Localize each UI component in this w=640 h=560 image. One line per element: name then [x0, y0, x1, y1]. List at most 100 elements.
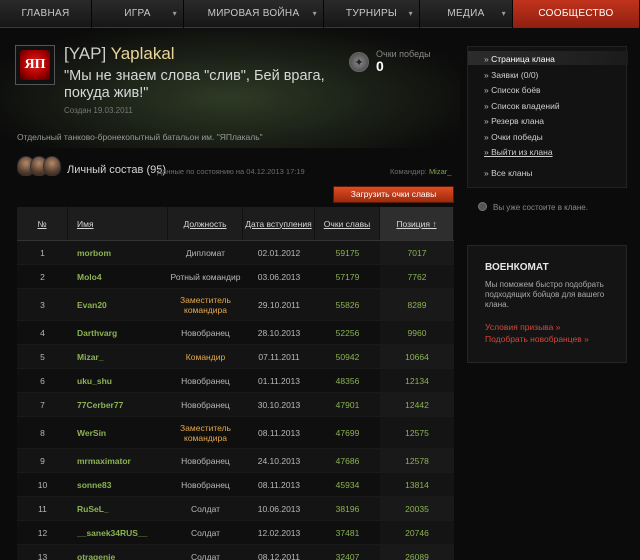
victory-points-icon: ✦ — [349, 52, 369, 72]
load-glory-points-button[interactable]: Загрузить очки славы — [333, 186, 454, 203]
cell-role: Дипломат — [185, 247, 226, 258]
cell-num: 3 — [40, 299, 45, 310]
cell-joined: 08.12.2011 — [258, 551, 300, 560]
cell-name[interactable]: RuSeL_ — [68, 497, 168, 520]
cell-name[interactable]: morbom — [68, 241, 168, 264]
table-row: 2 Molo4 Ротный командир 03.06.2013 57179 7762 — [17, 265, 454, 289]
cell-name[interactable]: Darthvarg — [68, 321, 168, 344]
cell-joined: 24.10.2013 — [257, 455, 301, 466]
cell-position: 12134 — [380, 369, 454, 392]
cell-joined: 02.01.2012 — [257, 247, 301, 258]
cell-glory: 37481 — [335, 527, 360, 538]
cell-joined: 30.10.2013 — [257, 399, 301, 410]
column-header-name[interactable]: Имя — [68, 207, 168, 240]
nav-item-tournaments[interactable]: ТУРНИРЫ ▾ — [324, 0, 420, 28]
sidebar-item-all-clans[interactable]: Все кланы — [484, 168, 532, 178]
nav-label: ИГРА — [124, 8, 151, 19]
cell-glory: 32407 — [335, 551, 360, 560]
cell-glory: 47699 — [335, 427, 360, 438]
cell-glory: 47686 — [335, 455, 360, 466]
sidebar-item-reserve[interactable]: Резерв клана — [484, 116, 544, 126]
cell-num: 2 — [40, 271, 45, 282]
table-row: 13 otragenie Солдат 08.12.2011 32407 26089 — [17, 545, 454, 560]
cell-glory: 48356 — [335, 375, 360, 386]
cell-role: Новобранец — [181, 375, 230, 386]
table-row: 11 RuSeL_ Солдат 10.06.2013 38196 20035 — [17, 497, 454, 521]
cell-name[interactable]: mrmaximator — [68, 449, 168, 472]
cell-position: 8289 — [380, 289, 454, 320]
cell-name[interactable]: uku_shu — [68, 369, 168, 392]
cell-glory: 55826 — [335, 299, 360, 310]
column-header-role[interactable]: Должность — [168, 207, 243, 240]
cell-position: 20035 — [380, 497, 454, 520]
column-header-glory[interactable]: Очки славы — [315, 207, 380, 240]
recruitment-text: Мы поможем быстро подобрать подходящих б… — [485, 280, 605, 309]
cell-name[interactable]: __sanek34RUS__ — [68, 521, 168, 544]
clan-title: [YAP] Yaplakal — [64, 44, 175, 64]
cell-position: 9960 — [380, 321, 454, 344]
cell-name[interactable]: otragenie — [68, 545, 168, 560]
cell-role: Солдат — [190, 503, 221, 514]
cell-role: Солдат — [190, 551, 221, 560]
recruitment-conditions-link[interactable]: Условия призыва » — [485, 322, 560, 332]
cell-num: 12 — [37, 527, 48, 538]
clan-motto: "Мы не знаем слова "слив", Бей врага, по… — [64, 68, 325, 101]
cell-name[interactable]: Evan20 — [68, 289, 168, 320]
sidebar-item-victory-points[interactable]: Очки победы — [484, 132, 543, 142]
nav-label: МЕДИА — [447, 8, 485, 19]
commander-label: Командир: — [390, 167, 427, 176]
cell-role: Новобранец — [181, 327, 230, 338]
table-row: 8 WerSin Заместитель командира 08.11.2013 47… — [17, 417, 454, 449]
chevron-down-icon: ▾ — [312, 9, 317, 18]
cell-num: 11 — [38, 503, 47, 514]
nav-item-world-war[interactable]: МИРОВАЯ ВОЙНА ▾ — [184, 0, 324, 28]
sidebar-item-applications[interactable]: Заявки (0/0) — [484, 70, 538, 80]
column-header-joined[interactable]: Дата вступления — [243, 207, 315, 240]
clan-tag: [YAP] — [64, 44, 107, 63]
nav-item-main[interactable]: ГЛАВНАЯ — [0, 0, 92, 28]
sidebar-item-territories[interactable]: Список владений — [484, 101, 560, 111]
clan-sidebar-menu: Страница клана Заявки (0/0) Список боёв … — [467, 46, 628, 188]
table-row: 10 sonne83 Новобранец 08.11.2013 45934 13814 — [17, 473, 454, 497]
cell-glory: 52256 — [335, 327, 360, 338]
cell-role: Новобранец — [181, 479, 230, 490]
sidebar-item-leave-clan[interactable]: Выйти из клана — [484, 147, 552, 157]
column-header-position[interactable]: Позиция ↑ — [380, 207, 454, 240]
cell-joined: 08.11.2013 — [258, 427, 300, 438]
cell-name[interactable]: 77Cerber77 — [68, 393, 168, 416]
table-body: 1 morbom Дипломат 02.01.2012 59175 7017 2 Molo4… — [17, 241, 454, 560]
nav-label: ТУРНИРЫ — [345, 8, 398, 19]
cell-name[interactable]: Mizar_ — [68, 345, 168, 368]
cell-glory: 45934 — [335, 479, 360, 490]
roster-title: Личный состав (95) — [67, 164, 167, 176]
nav-item-game[interactable]: ИГРА ▾ — [92, 0, 184, 28]
info-icon — [478, 202, 487, 211]
clan-emblem: ЯП — [15, 45, 55, 85]
cell-name[interactable]: sonne83 — [68, 473, 168, 496]
commander-name[interactable]: Mizar_ — [429, 167, 452, 176]
nav-item-community[interactable]: СООБЩЕСТВО — [513, 0, 640, 28]
table-row: 7 77Cerber77 Новобранец 30.10.2013 47901 1244… — [17, 393, 454, 417]
nav-label: МИРОВАЯ ВОЙНА — [207, 8, 300, 19]
recruitment-box: ВОЕНКОМАТ Мы поможем быстро подобрать по… — [467, 245, 627, 363]
cell-name[interactable]: WerSin — [68, 417, 168, 448]
cell-position: 7762 — [380, 265, 454, 288]
sidebar-item-battles[interactable]: Список боёв — [484, 85, 540, 95]
cell-num: 13 — [37, 551, 48, 560]
roster-icon — [17, 156, 61, 176]
cell-joined: 08.11.2013 — [258, 479, 300, 490]
cell-joined: 07.11.2011 — [258, 351, 300, 362]
cell-num: 8 — [40, 427, 45, 438]
table-row: 1 morbom Дипломат 02.01.2012 59175 7017 — [17, 241, 454, 265]
membership-note: Вы уже состоите в клане. — [493, 203, 588, 212]
victory-points-value: 0 — [376, 58, 384, 74]
cell-name[interactable]: Molo4 — [68, 265, 168, 288]
find-recruits-link[interactable]: Подобрать новобранцев » — [485, 334, 589, 344]
table-header: № Имя Должность Дата вступления Очки сла… — [17, 207, 454, 241]
cell-joined: 01.11.2013 — [258, 375, 300, 386]
nav-label: ГЛАВНАЯ — [21, 8, 70, 19]
nav-item-media[interactable]: МЕДИА ▾ — [420, 0, 513, 28]
column-header-number[interactable]: № — [17, 207, 68, 240]
table-row: 9 mrmaximator Новобранец 24.10.2013 47686 125… — [17, 449, 454, 473]
sidebar-item-clan-page[interactable]: Страница клана — [484, 54, 555, 64]
